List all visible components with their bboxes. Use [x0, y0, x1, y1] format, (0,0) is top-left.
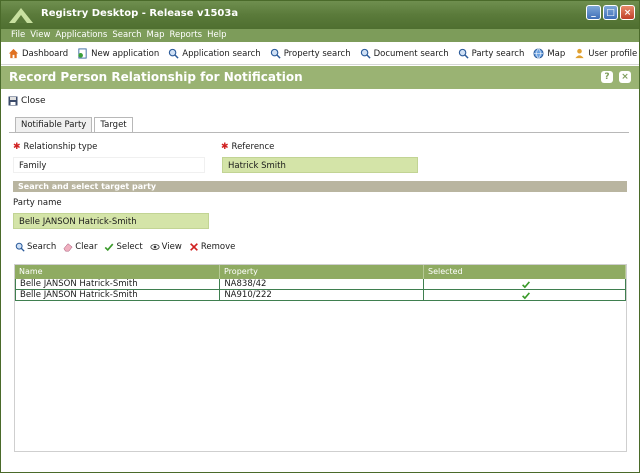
party-name-label-text: Party name — [13, 198, 62, 208]
document-search-label: Document search — [373, 48, 449, 59]
clear-label: Clear — [75, 242, 98, 252]
select-button[interactable]: Select — [104, 242, 143, 252]
minimize-button[interactable]: _ — [586, 5, 601, 20]
view-label: View — [161, 242, 182, 252]
cell-name: Belle JANSON Hatrick-Smith — [16, 279, 221, 289]
tab-notifiable-party[interactable]: Notifiable Party — [15, 117, 93, 133]
title-bar: Registry Desktop - Release v1503a _ □ × — [1, 1, 639, 29]
relationship-type-label-group: ✱ Relationship type — [13, 142, 97, 152]
remove-button[interactable]: Remove — [189, 242, 236, 252]
close-window-button[interactable]: × — [620, 5, 635, 20]
table-row[interactable]: Belle JANSON Hatrick-Smith NA910/222 — [15, 290, 626, 301]
results-table: Name Property Selected Belle JANSON Hatr… — [14, 264, 627, 452]
search-icon — [15, 242, 25, 252]
user-profile-label: User profile — [588, 48, 638, 59]
application-search-button[interactable]: Application search — [168, 48, 261, 59]
menu-view[interactable]: View — [30, 29, 50, 42]
globe-icon — [533, 48, 544, 59]
menu-file[interactable]: File — [11, 29, 25, 42]
cell-selected[interactable] — [424, 279, 625, 289]
property-search-label: Property search — [283, 48, 351, 59]
table-row[interactable]: Belle JANSON Hatrick-Smith NA838/42 — [15, 279, 626, 290]
menu-search[interactable]: Search — [112, 29, 141, 42]
application-search-label: Application search — [182, 48, 261, 59]
view-button[interactable]: View — [150, 242, 182, 252]
relationship-type-select[interactable]: Family — [13, 157, 205, 173]
magnifier-icon — [169, 48, 179, 59]
remove-x-icon — [189, 243, 198, 251]
tab-target[interactable]: Target — [94, 117, 133, 133]
maximize-button[interactable]: □ — [603, 5, 618, 20]
user-profile-button[interactable]: User profile — [574, 48, 637, 59]
close-label: Close — [21, 96, 46, 106]
form-title: Record Person Relationship for Notificat… — [9, 70, 303, 84]
save-close-icon — [8, 96, 18, 106]
window-controls: _ □ × — [586, 5, 635, 20]
menu-applications[interactable]: Applications — [55, 29, 107, 42]
close-form-button[interactable]: Close — [8, 96, 46, 106]
party-search-label: Party search — [471, 48, 525, 59]
new-document-icon — [78, 48, 87, 59]
app-window: Registry Desktop - Release v1503a _ □ × … — [0, 0, 640, 473]
tab-strip: Notifiable Party Target — [15, 117, 135, 133]
checkmark-icon — [105, 243, 114, 252]
main-toolbar: Dashboard New application Application se… — [1, 43, 639, 65]
map-label: Map — [547, 48, 566, 59]
section-title: Search and select target party — [13, 181, 627, 192]
cell-property: NA910/222 — [220, 290, 424, 300]
dashboard-label: Dashboard — [22, 48, 69, 59]
menu-help[interactable]: Help — [207, 29, 226, 42]
required-icon: ✱ — [13, 142, 21, 152]
form-header: Record Person Relationship for Notificat… — [1, 66, 639, 89]
cell-name: Belle JANSON Hatrick-Smith — [16, 290, 221, 300]
reference-label: Reference — [231, 142, 275, 152]
app-logo-icon — [9, 8, 33, 23]
required-icon: ✱ — [221, 142, 229, 152]
column-header-selected[interactable]: Selected — [424, 265, 626, 279]
clear-button[interactable]: Clear — [63, 242, 97, 252]
window-title: Registry Desktop - Release v1503a — [41, 8, 239, 19]
reference-field[interactable]: Hatrick Smith — [222, 157, 418, 173]
search-label: Search — [27, 242, 57, 252]
party-name-label: Party name — [13, 198, 62, 208]
close-icon[interactable]: × — [619, 71, 631, 83]
relationship-type-label: Relationship type — [23, 142, 98, 152]
magnifier-icon — [360, 48, 371, 59]
party-search-button[interactable]: Party search — [458, 48, 525, 59]
tab-divider — [9, 132, 629, 133]
user-icon — [575, 48, 584, 59]
menu-bar: File View Applications Search Map Report… — [1, 29, 639, 42]
remove-label: Remove — [200, 242, 236, 252]
help-icon[interactable]: ? — [601, 71, 613, 83]
map-button[interactable]: Map — [533, 48, 565, 59]
document-search-button[interactable]: Document search — [360, 48, 449, 59]
dashboard-button[interactable]: Dashboard — [8, 48, 68, 59]
search-button[interactable]: Search — [15, 242, 56, 252]
eye-icon — [150, 244, 160, 250]
property-search-button[interactable]: Property search — [270, 48, 351, 59]
checkmark-icon — [522, 280, 531, 288]
column-header-name[interactable]: Name — [15, 265, 220, 279]
home-icon — [8, 48, 19, 59]
menu-map[interactable]: Map — [147, 29, 165, 42]
eraser-icon — [63, 243, 73, 252]
new-application-label: New application — [91, 48, 160, 59]
form-header-icons: ? × — [601, 71, 631, 83]
table-header: Name Property Selected — [15, 265, 626, 279]
cell-selected[interactable] — [424, 290, 625, 300]
reference-label-group: ✱ Reference — [221, 142, 274, 152]
checkmark-icon — [522, 291, 531, 299]
column-header-property[interactable]: Property — [220, 265, 424, 279]
cell-property: NA838/42 — [220, 279, 424, 289]
magnifier-icon — [270, 48, 281, 59]
new-application-button[interactable]: New application — [77, 48, 159, 59]
party-actions: Search Clear Select View Remove — [15, 242, 235, 252]
select-label: Select — [116, 242, 143, 252]
menu-reports[interactable]: Reports — [169, 29, 202, 42]
magnifier-icon — [458, 48, 469, 59]
party-name-input[interactable]: Belle JANSON Hatrick-Smith — [13, 213, 209, 229]
